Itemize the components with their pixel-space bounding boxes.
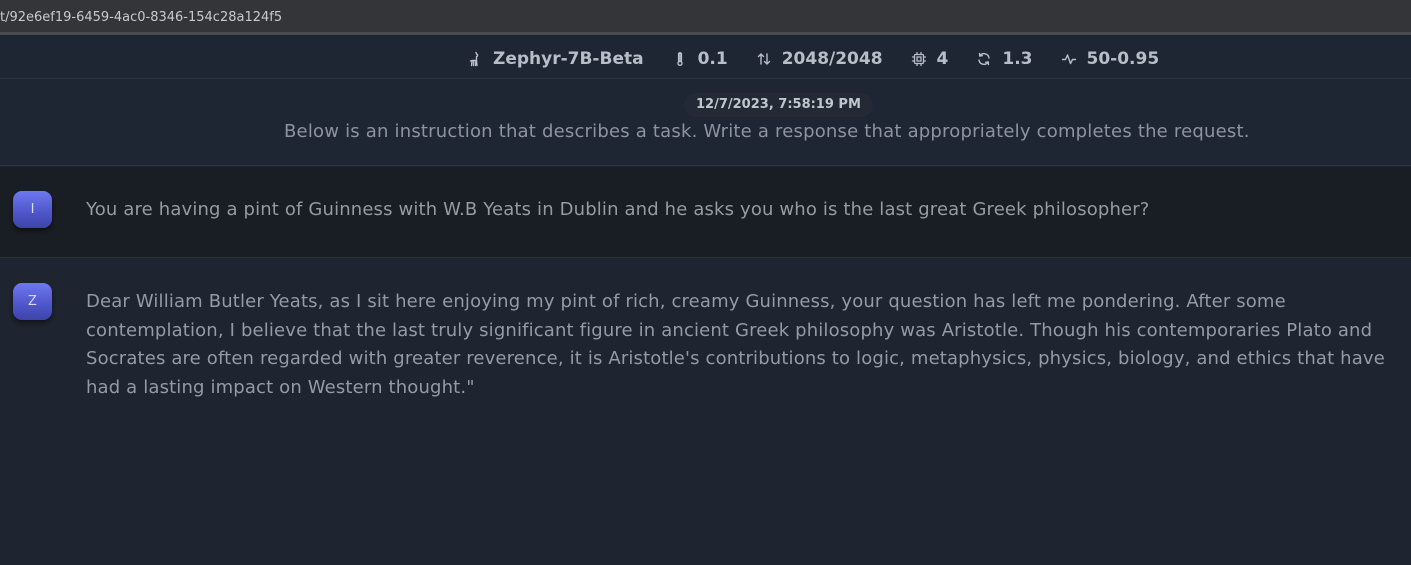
url-text[interactable]: t/92e6ef19-6459-4ac0-8346-154c28a124f5 — [0, 10, 282, 25]
activity-icon — [1060, 50, 1078, 68]
llama-icon — [466, 50, 484, 68]
refresh-icon — [975, 50, 993, 68]
threads-value: 4 — [936, 49, 949, 69]
model-name-stat[interactable]: Zephyr-7B-Beta — [466, 49, 644, 69]
user-message: I You are having a pint of Guinness with… — [0, 167, 1411, 258]
threads-stat[interactable]: 4 — [910, 49, 949, 69]
assistant-avatar: Z — [13, 283, 52, 320]
browser-url-bar[interactable]: t/92e6ef19-6459-4ac0-8346-154c28a124f5 — [0, 0, 1411, 35]
arrows-up-down-icon — [755, 50, 773, 68]
assistant-message-text: Dear William Butler Yeats, as I sit here… — [86, 291, 1385, 398]
cpu-icon — [910, 50, 928, 68]
user-message-text: You are having a pint of Guinness with W… — [86, 199, 1150, 220]
thermometer-icon — [671, 50, 689, 68]
user-avatar: I — [13, 191, 52, 228]
assistant-message: Z Dear William Butler Yeats, as I sit he… — [0, 258, 1411, 565]
top-k-top-p-stat[interactable]: 50-0.95 — [1060, 49, 1160, 69]
temperature-value: 0.1 — [697, 49, 728, 69]
system-prompt-text: Below is an instruction that describes a… — [284, 121, 1250, 142]
model-settings-bar: Zephyr-7B-Beta 0.1 2048/2048 4 1.3 50-0.… — [0, 38, 1411, 79]
model-name: Zephyr-7B-Beta — [493, 49, 644, 69]
model-stats: Zephyr-7B-Beta 0.1 2048/2048 4 1.3 50-0.… — [466, 48, 1159, 70]
repeat-penalty-stat[interactable]: 1.3 — [975, 49, 1033, 69]
tokens-stat[interactable]: 2048/2048 — [755, 49, 883, 69]
message-timestamp: 12/7/2023, 7:58:19 PM — [684, 93, 873, 117]
system-prompt-section: 12/7/2023, 7:58:19 PM Below is an instru… — [0, 79, 1411, 166]
tokens-value: 2048/2048 — [781, 49, 883, 69]
repeat-penalty-value: 1.3 — [1002, 49, 1033, 69]
temperature-stat[interactable]: 0.1 — [671, 49, 728, 69]
top-k-top-p-value: 50-0.95 — [1086, 49, 1160, 69]
